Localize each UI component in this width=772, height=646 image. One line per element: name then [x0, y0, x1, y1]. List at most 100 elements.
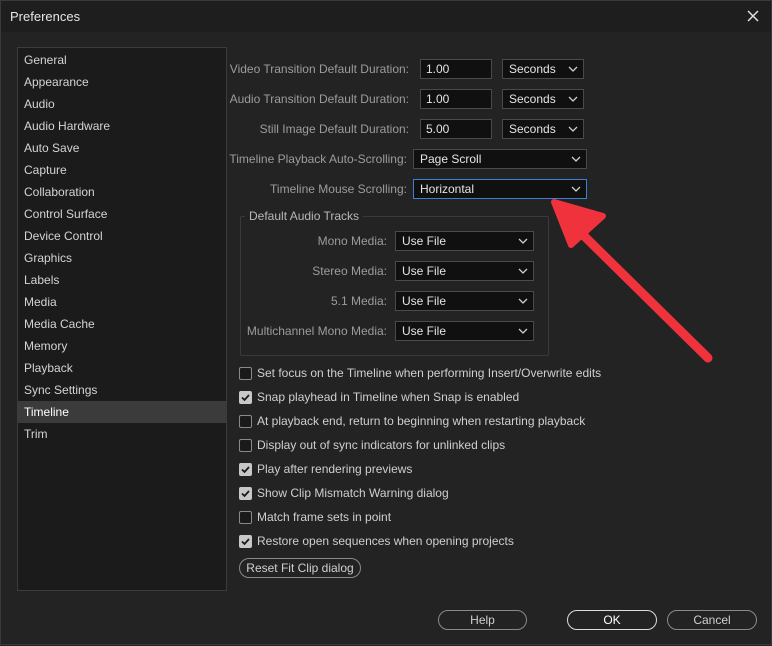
help-button[interactable]: Help	[438, 610, 527, 630]
video-transition-unit-value: Seconds	[509, 62, 556, 76]
checkbox-row-return-to-beginning[interactable]: At playback end, return to beginning whe…	[239, 413, 585, 429]
mouse-scrolling-label: Timeline Mouse Scrolling:	[270, 182, 407, 196]
chevron-down-icon	[568, 66, 578, 72]
chevron-down-icon	[518, 268, 528, 274]
snap-playhead-label: Snap playhead in Timeline when Snap is e…	[257, 390, 520, 404]
mono-media-label: Mono Media:	[317, 234, 387, 248]
checkbox-row-restore-sequences[interactable]: Restore open sequences when opening proj…	[239, 533, 514, 549]
surround-media-label: 5.1 Media:	[330, 294, 387, 308]
chevron-down-icon	[518, 238, 528, 244]
sidebar-item-audio[interactable]: Audio	[18, 93, 226, 115]
video-transition-unit-select[interactable]: Seconds	[502, 59, 584, 79]
reset-fit-clip-button[interactable]: Reset Fit Clip dialog	[239, 558, 361, 578]
restore-sequences-checkbox[interactable]	[239, 534, 252, 548]
sidebar-item-auto-save[interactable]: Auto Save	[18, 137, 226, 159]
preferences-category-list[interactable]: General Appearance Audio Audio Hardware …	[17, 47, 227, 591]
chevron-down-icon	[571, 186, 581, 192]
sidebar-item-sync-settings[interactable]: Sync Settings	[18, 379, 226, 401]
mouse-scrolling-value: Horizontal	[420, 182, 475, 196]
checkmark-icon	[241, 393, 250, 401]
clip-mismatch-label: Show Clip Mismatch Warning dialog	[257, 486, 449, 500]
restore-sequences-label: Restore open sequences when opening proj…	[257, 534, 514, 548]
sidebar-item-memory[interactable]: Memory	[18, 335, 226, 357]
checkbox-row-match-frame[interactable]: Match frame sets in point	[239, 509, 391, 525]
sidebar-item-collaboration[interactable]: Collaboration	[18, 181, 226, 203]
audio-transition-unit-select[interactable]: Seconds	[502, 89, 584, 109]
audio-transition-duration-label: Audio Transition Default Duration:	[229, 92, 409, 106]
sidebar-item-playback[interactable]: Playback	[18, 357, 226, 379]
stereo-media-select[interactable]: Use File	[395, 261, 534, 281]
sidebar-item-audio-hardware[interactable]: Audio Hardware	[18, 115, 226, 137]
still-image-unit-select[interactable]: Seconds	[502, 119, 584, 139]
sidebar-item-general[interactable]: General	[18, 49, 226, 71]
video-transition-duration-input[interactable]: 1.00	[420, 59, 492, 79]
multichannel-mono-media-select[interactable]: Use File	[395, 321, 534, 341]
surround-media-select[interactable]: Use File	[395, 291, 534, 311]
close-button[interactable]	[744, 7, 762, 25]
sidebar-item-graphics[interactable]: Graphics	[18, 247, 226, 269]
surround-media-value: Use File	[402, 294, 447, 308]
sidebar-item-device-control[interactable]: Device Control	[18, 225, 226, 247]
sidebar-item-trim[interactable]: Trim	[18, 423, 226, 445]
match-frame-label: Match frame sets in point	[257, 510, 392, 524]
snap-playhead-checkbox[interactable]	[239, 390, 252, 404]
mouse-scrolling-row: Timeline Mouse Scrolling:	[201, 179, 407, 199]
checkbox-row-clip-mismatch[interactable]: Show Clip Mismatch Warning dialog	[239, 485, 449, 501]
sidebar-item-media[interactable]: Media	[18, 291, 226, 313]
sidebar-item-control-surface[interactable]: Control Surface	[18, 203, 226, 225]
audio-transition-unit-value: Seconds	[509, 92, 556, 106]
mono-media-select[interactable]: Use File	[395, 231, 534, 251]
surround-media-row: 5.1 Media:	[241, 291, 387, 311]
mono-media-value: Use File	[402, 234, 447, 248]
focus-timeline-label: Set focus on the Timeline when performin…	[257, 366, 602, 380]
window-title: Preferences	[10, 9, 81, 24]
checkmark-icon	[241, 489, 250, 497]
preferences-dialog: Preferences General Appearance Audio Aud…	[0, 0, 772, 645]
still-image-duration-label: Still Image Default Duration:	[259, 122, 409, 136]
play-after-rendering-checkbox[interactable]	[239, 462, 252, 476]
close-icon	[747, 10, 759, 22]
sidebar-item-labels[interactable]: Labels	[18, 269, 226, 291]
match-frame-checkbox[interactable]	[239, 510, 252, 524]
audio-transition-duration-row: Audio Transition Default Duration:	[201, 89, 409, 109]
sidebar-item-media-cache[interactable]: Media Cache	[18, 313, 226, 335]
playback-auto-scrolling-select[interactable]: Page Scroll	[413, 149, 587, 169]
chevron-down-icon	[518, 298, 528, 304]
still-image-unit-value: Seconds	[509, 122, 556, 136]
still-image-duration-input[interactable]: 5.00	[420, 119, 492, 139]
ok-button[interactable]: OK	[567, 610, 657, 630]
out-of-sync-checkbox[interactable]	[239, 438, 252, 452]
video-transition-duration-label: Video Transition Default Duration:	[229, 62, 409, 76]
clip-mismatch-checkbox[interactable]	[239, 486, 252, 500]
multichannel-mono-media-value: Use File	[402, 324, 447, 338]
cancel-button[interactable]: Cancel	[667, 610, 757, 630]
mono-media-row: Mono Media:	[241, 231, 387, 251]
sidebar-item-appearance[interactable]: Appearance	[18, 71, 226, 93]
stereo-media-value: Use File	[402, 264, 447, 278]
sidebar-item-timeline[interactable]: Timeline	[18, 401, 226, 423]
chevron-down-icon	[568, 126, 578, 132]
default-audio-tracks-title: Default Audio Tracks	[245, 210, 364, 223]
checkmark-icon	[241, 465, 250, 473]
checkbox-row-out-of-sync[interactable]: Display out of sync indicators for unlin…	[239, 437, 505, 453]
chevron-down-icon	[518, 328, 528, 334]
sidebar-item-capture[interactable]: Capture	[18, 159, 226, 181]
out-of-sync-label: Display out of sync indicators for unlin…	[257, 438, 506, 452]
video-transition-duration-row: Video Transition Default Duration:	[201, 59, 409, 79]
checkbox-row-play-after-rendering[interactable]: Play after rendering previews	[239, 461, 412, 477]
audio-transition-duration-input[interactable]: 1.00	[420, 89, 492, 109]
mouse-scrolling-select[interactable]: Horizontal	[413, 179, 587, 199]
chevron-down-icon	[568, 96, 578, 102]
checkbox-row-snap-playhead[interactable]: Snap playhead in Timeline when Snap is e…	[239, 389, 519, 405]
focus-timeline-checkbox[interactable]	[239, 366, 252, 380]
title-bar: Preferences	[1, 1, 771, 32]
playback-auto-scrolling-value: Page Scroll	[420, 152, 482, 166]
play-after-rendering-label: Play after rendering previews	[257, 462, 413, 476]
checkbox-row-focus-timeline[interactable]: Set focus on the Timeline when performin…	[239, 365, 601, 381]
return-to-beginning-checkbox[interactable]	[239, 414, 252, 428]
still-image-duration-row: Still Image Default Duration:	[201, 119, 409, 139]
multichannel-mono-media-label: Multichannel Mono Media:	[246, 324, 387, 338]
stereo-media-row: Stereo Media:	[241, 261, 387, 281]
checkmark-icon	[241, 537, 250, 545]
stereo-media-label: Stereo Media:	[312, 264, 387, 278]
